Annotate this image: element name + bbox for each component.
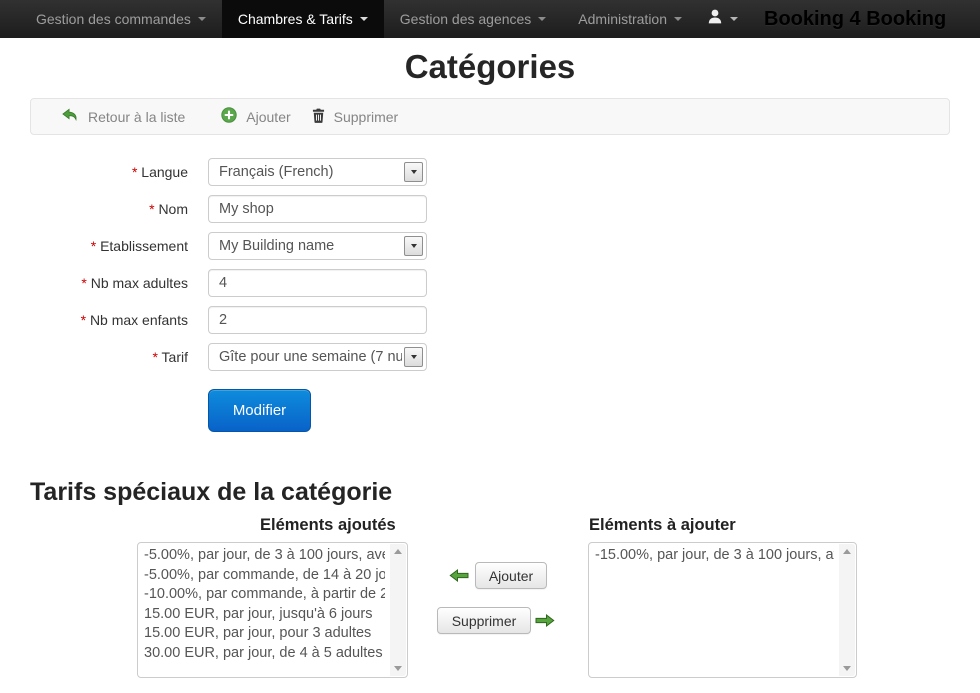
scroll-up-icon[interactable] xyxy=(394,549,402,554)
chevron-down-icon xyxy=(674,17,682,21)
to-add-items-listbox[interactable]: -15.00%, par jour, de 3 à 100 jours, av xyxy=(588,542,857,678)
listbox-items: -5.00%, par jour, de 3 à 100 jours, ave … xyxy=(138,543,407,666)
added-items-header: Eléments ajoutés xyxy=(260,516,396,535)
establishment-select[interactable]: My Building name xyxy=(208,232,427,260)
required-marker: * xyxy=(132,164,137,180)
added-items-listbox[interactable]: -5.00%, par jour, de 3 à 100 jours, ave … xyxy=(137,542,408,678)
language-select[interactable]: Français (French) xyxy=(208,158,427,186)
select-dropdown-button[interactable] xyxy=(404,347,423,367)
page-title: Catégories xyxy=(30,48,950,86)
nav-item-label: Chambres & Tarifs xyxy=(238,11,353,27)
navbar-right: Booking 4 Booking xyxy=(698,0,980,38)
form-row-tarif: * Tarif Gîte pour une semaine (7 nui xyxy=(30,342,950,371)
scrollbar[interactable] xyxy=(390,544,406,676)
field-label: * Nom xyxy=(30,201,188,217)
list-item[interactable]: 15.00 EUR, par jour, jusqu'à 6 jours xyxy=(144,605,385,625)
chevron-down-icon xyxy=(411,170,417,174)
required-marker: * xyxy=(81,275,86,291)
modify-button[interactable]: Modifier xyxy=(208,389,311,432)
chevron-down-icon xyxy=(360,17,368,21)
scroll-up-icon[interactable] xyxy=(843,549,851,554)
user-menu-toggle[interactable] xyxy=(698,9,748,29)
required-marker: * xyxy=(81,312,86,328)
select-dropdown-button[interactable] xyxy=(404,162,423,182)
chevron-down-icon xyxy=(411,355,417,359)
name-input[interactable] xyxy=(208,195,427,223)
list-item[interactable]: 15.00 EUR, par jour, pour 3 adultes xyxy=(144,624,385,644)
trash-icon xyxy=(312,108,325,126)
form-row-nb-max-adultes: * Nb max adultes xyxy=(30,268,950,297)
nav-item-administration[interactable]: Administration xyxy=(562,0,698,38)
max-adults-input[interactable] xyxy=(208,269,427,297)
chevron-down-icon xyxy=(198,17,206,21)
page-root: Gestion des commandes Chambres & Tarifs … xyxy=(0,0,980,693)
nav-items: Gestion des commandes Chambres & Tarifs … xyxy=(20,0,698,38)
list-item[interactable]: -5.00%, par commande, de 14 à 20 jou xyxy=(144,566,385,586)
back-to-list-button[interactable]: Retour à la liste xyxy=(61,108,185,126)
to-add-items-header: Eléments à ajouter xyxy=(589,516,736,535)
user-icon xyxy=(708,9,722,29)
arrow-right-icon xyxy=(535,614,555,632)
list-item[interactable]: -15.00%, par jour, de 3 à 100 jours, av xyxy=(595,546,834,566)
required-marker: * xyxy=(149,201,154,217)
list-item[interactable]: -10.00%, par commande, à partir de 2 xyxy=(144,585,385,605)
form-row-nom: * Nom xyxy=(30,194,950,223)
selected-value: My Building name xyxy=(219,238,334,254)
nav-item-commandes[interactable]: Gestion des commandes xyxy=(20,0,222,38)
delete-category-button[interactable]: Supprimer xyxy=(312,108,399,126)
field-label: * Nb max enfants xyxy=(30,312,188,328)
nav-item-label: Gestion des commandes xyxy=(36,11,191,27)
plus-circle-icon xyxy=(221,107,237,126)
toolbar-item-label: Retour à la liste xyxy=(88,109,185,125)
toolbar-item-label: Ajouter xyxy=(246,109,290,125)
nav-item-label: Administration xyxy=(578,11,667,27)
scrollbar[interactable] xyxy=(839,544,855,676)
max-children-input[interactable] xyxy=(208,306,427,334)
scroll-down-icon[interactable] xyxy=(394,666,402,671)
chevron-down-icon xyxy=(538,17,546,21)
listbox-items: -15.00%, par jour, de 3 à 100 jours, av xyxy=(589,543,856,569)
transfer-remove-button[interactable]: Supprimer xyxy=(437,607,531,634)
category-form: * Langue Français (French) * Nom * E xyxy=(30,157,950,432)
list-item[interactable]: -5.00%, par jour, de 3 à 100 jours, ave xyxy=(144,546,385,566)
required-marker: * xyxy=(91,238,96,254)
toolbar-item-label: Supprimer xyxy=(334,109,399,125)
field-label: * Etablissement xyxy=(30,238,188,254)
form-row-etablissement: * Etablissement My Building name xyxy=(30,231,950,260)
reply-arrow-icon xyxy=(61,108,79,126)
special-rates-title: Tarifs spéciaux de la catégorie xyxy=(30,477,950,507)
form-row-nb-max-enfants: * Nb max enfants xyxy=(30,305,950,334)
selected-value: Français (French) xyxy=(219,164,333,180)
selected-value: Gîte pour une semaine (7 nui xyxy=(219,349,402,365)
actions-toolbar: Retour à la liste Ajouter xyxy=(30,98,950,135)
field-label: * Nb max adultes xyxy=(30,275,188,291)
list-item[interactable]: 30.00 EUR, par jour, de 4 à 5 adultes xyxy=(144,644,385,664)
transfer-add-button[interactable]: Ajouter xyxy=(475,562,547,589)
scroll-down-icon[interactable] xyxy=(843,666,851,671)
add-category-button[interactable]: Ajouter xyxy=(221,107,290,126)
nav-item-agences[interactable]: Gestion des agences xyxy=(384,0,563,38)
select-dropdown-button[interactable] xyxy=(404,236,423,256)
chevron-down-icon xyxy=(730,17,738,21)
field-label: * Langue xyxy=(30,164,188,180)
top-navbar: Gestion des commandes Chambres & Tarifs … xyxy=(0,0,980,38)
field-label: * Tarif xyxy=(30,349,188,365)
form-row-langue: * Langue Français (French) xyxy=(30,157,950,186)
special-rates-transfer: Eléments ajoutés Eléments à ajouter -5.0… xyxy=(30,516,950,688)
arrow-left-icon xyxy=(449,569,469,587)
brand-title: Booking 4 Booking xyxy=(764,8,946,31)
nav-item-label: Gestion des agences xyxy=(400,11,532,27)
rate-select[interactable]: Gîte pour une semaine (7 nui xyxy=(208,343,427,371)
nav-item-chambres-tarifs[interactable]: Chambres & Tarifs xyxy=(222,0,384,38)
required-marker: * xyxy=(152,349,157,365)
chevron-down-icon xyxy=(411,244,417,248)
